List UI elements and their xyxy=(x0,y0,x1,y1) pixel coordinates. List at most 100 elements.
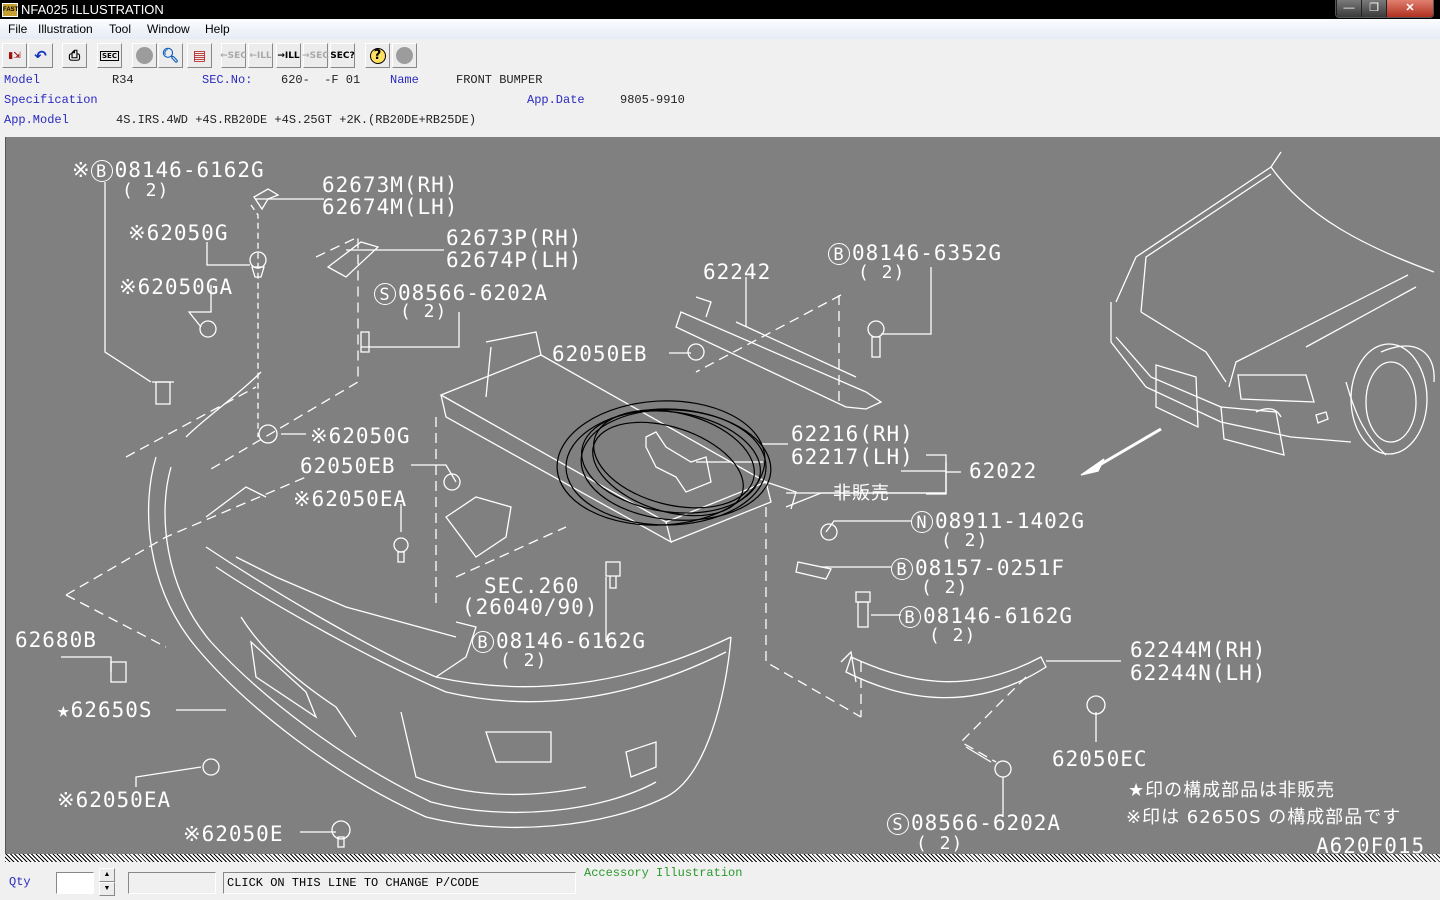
disabled-button-2 xyxy=(392,43,417,68)
accessory-illustration-link[interactable]: Accessory Illustration xyxy=(584,866,742,880)
model-value: R34 xyxy=(112,73,134,87)
part-number: 62050G xyxy=(328,424,411,448)
part-label[interactable]: 62050EB xyxy=(552,343,648,365)
part-label[interactable]: 62673M(RH) xyxy=(322,174,458,196)
menu-help[interactable]: Help xyxy=(205,22,230,36)
part-label[interactable]: 62244N(LH) xyxy=(1130,662,1266,684)
part-label[interactable]: 62022 xyxy=(969,460,1037,482)
app-date-label: App.Date xyxy=(527,93,585,107)
bolt-type-circle: B xyxy=(828,243,850,265)
part-label[interactable]: 62680B xyxy=(15,629,97,651)
book-icon: ▤ xyxy=(192,47,207,64)
note-mark: ※ xyxy=(183,822,202,846)
part-number: 08566-6202A xyxy=(911,811,1062,835)
part-label-08146-6162G-top[interactable]: ※ B 08146-6162G xyxy=(72,159,265,182)
part-label[interactable]: 62216(RH) xyxy=(791,423,914,445)
screw-type-circle: S xyxy=(374,283,396,305)
code-field[interactable] xyxy=(128,872,216,894)
note-mark: ※ xyxy=(72,158,91,182)
app-icon: FAST xyxy=(2,3,18,17)
part-number: 62650S xyxy=(70,698,153,722)
window-controls: — ❐ ✕ xyxy=(1335,0,1434,18)
part-label[interactable]: 62050EC xyxy=(1052,748,1148,770)
selected-part-number[interactable]: 08146-6162G xyxy=(115,158,265,182)
canvas-bottom-border xyxy=(5,854,1440,862)
part-label[interactable]: ※62050G xyxy=(310,425,410,447)
sec-icon: SEC xyxy=(100,50,119,61)
part-label[interactable]: B 08146-6352G xyxy=(828,242,1002,265)
part-label[interactable]: S 08566-6202A xyxy=(887,812,1061,835)
name-label: Name xyxy=(390,73,419,87)
bolt-type-circle: B xyxy=(899,606,921,628)
qty-down-button[interactable]: ▼ xyxy=(99,882,115,896)
menu-window[interactable]: Window xyxy=(147,22,190,36)
part-label[interactable]: 62050EB xyxy=(300,455,396,477)
next-sec-button[interactable]: →SEC xyxy=(302,43,329,68)
note-mark: ※ xyxy=(293,487,312,511)
app-model-value: 4S.IRS.4WD +4S.RB20DE +4S.25GT +2K.(RB20… xyxy=(116,113,477,127)
exit-door-icon: ▮⇲ xyxy=(8,50,21,61)
part-label[interactable]: ※62050EA xyxy=(293,488,407,510)
sec-no-value: 620- -F 01 xyxy=(281,73,361,87)
part-label[interactable]: B 08146-6162G xyxy=(899,605,1073,628)
next-ill-icon: →ILL xyxy=(277,50,300,61)
part-label[interactable]: 62217(LH) xyxy=(791,446,914,468)
restore-button[interactable]: ❐ xyxy=(1361,0,1386,17)
part-number: 62050EA xyxy=(311,487,408,511)
sec-index-button[interactable]: SEC xyxy=(97,43,122,68)
exit-button[interactable]: ▮⇲ xyxy=(2,43,27,68)
magnifier-icon: 🔍︎ xyxy=(161,47,180,64)
part-number: 62050G xyxy=(146,221,229,245)
undo-button[interactable]: ↶ xyxy=(28,43,53,68)
model-label: Model xyxy=(4,73,41,87)
close-button[interactable]: ✕ xyxy=(1386,0,1433,17)
part-label[interactable]: 62244M(RH) xyxy=(1130,639,1266,661)
qty-stepper[interactable]: ▲ ▼ xyxy=(99,868,115,898)
part-label[interactable]: ※62050G xyxy=(128,222,228,244)
change-pcode-line[interactable]: CLICK ON THIS LINE TO CHANGE P/CODE xyxy=(223,872,576,894)
minimize-button[interactable]: — xyxy=(1336,0,1361,17)
book-button[interactable]: ▤ xyxy=(187,43,212,68)
next-ill-button[interactable]: →ILL xyxy=(276,43,301,68)
part-label[interactable]: ※62050E xyxy=(183,823,283,845)
status-bar: Qty ▲ ▼ CLICK ON THIS LINE TO CHANGE P/C… xyxy=(0,862,1440,900)
window-title: NFA025 ILLUSTRATION xyxy=(21,2,164,17)
part-label[interactable]: 62673P(RH) xyxy=(446,227,582,249)
illustration-canvas[interactable]: ※ B 08146-6162G ( 2) 62673M(RH) 62674M(LH)… xyxy=(5,137,1440,854)
note-mark: ※ xyxy=(310,424,329,448)
section-reference[interactable]: SEC.260 xyxy=(484,575,580,597)
qty-input[interactable] xyxy=(56,872,94,894)
sec-question-icon: SEC? xyxy=(330,50,355,61)
part-label[interactable]: B 08157-0251F xyxy=(891,557,1065,580)
part-label[interactable]: ※62050GA xyxy=(119,276,233,298)
lower-member xyxy=(840,650,1047,699)
menu-tool[interactable]: Tool xyxy=(109,22,131,36)
qty-label: ( 2) xyxy=(929,625,977,646)
undo-icon: ↶ xyxy=(34,46,47,65)
qty-label: ( 2) xyxy=(400,301,448,322)
prev-ill-button[interactable]: ←ILL xyxy=(248,43,273,68)
part-label[interactable]: 62674M(LH) xyxy=(322,196,458,218)
search-button[interactable]: 🔍︎ xyxy=(158,43,183,68)
part-label[interactable]: ※62050EA xyxy=(57,789,171,811)
menu-illustration[interactable]: Illustration xyxy=(38,22,93,36)
sec-query-button[interactable]: SEC? xyxy=(330,43,355,68)
disabled-circle-icon xyxy=(396,47,413,64)
note-mark: ※ xyxy=(57,788,76,812)
part-label[interactable]: N 08911-1402G xyxy=(911,510,1085,533)
part-label[interactable]: 62674P(LH) xyxy=(446,249,582,271)
star-mark: ★ xyxy=(57,698,71,722)
part-label[interactable]: 62242 xyxy=(703,261,771,283)
help-balloon-icon: ? xyxy=(369,47,386,64)
qty-up-button[interactable]: ▲ xyxy=(99,868,115,882)
menu-file[interactable]: File xyxy=(8,22,27,36)
help-button[interactable]: ? xyxy=(365,43,390,68)
bolt-type-circle: B xyxy=(90,160,113,182)
bolt-type-circle: B xyxy=(891,558,913,580)
print-button[interactable]: ⎙ xyxy=(62,43,87,68)
note-mark: ※ xyxy=(128,221,147,245)
part-label[interactable]: ★62650S xyxy=(57,699,153,721)
part-label[interactable]: B 08146-6162G xyxy=(472,630,646,653)
prev-sec-button[interactable]: ←SEC xyxy=(220,43,247,68)
qty-label: ( 2) xyxy=(500,650,548,671)
